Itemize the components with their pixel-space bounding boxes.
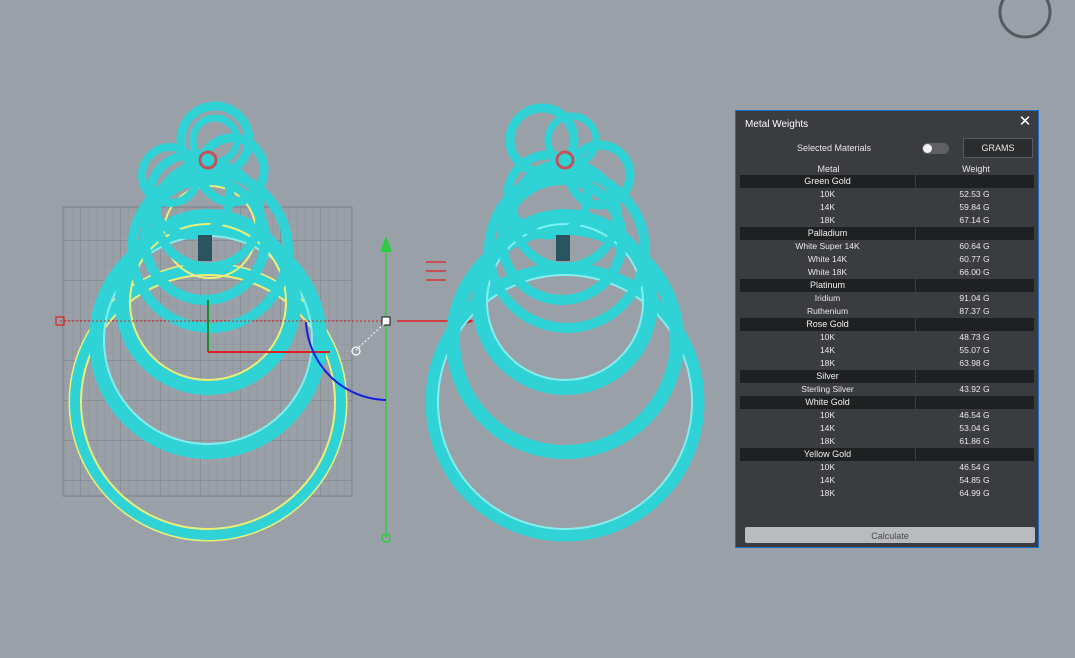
table-row: White 18K 66.00 G — [740, 266, 1034, 279]
alloy-name: 10K — [819, 462, 836, 472]
column-header-metal: Metal — [817, 164, 840, 174]
alloy-weight: 66.00 G — [959, 267, 990, 277]
metal-group-header: Yellow Gold — [740, 448, 1034, 461]
alloy-weight: 43.92 G — [959, 384, 990, 394]
metal-group-header: Platinum — [740, 279, 1034, 292]
metal-group-weight-cell — [916, 370, 1034, 383]
column-header-weight: Weight — [962, 164, 990, 174]
metal-group-name: Green Gold — [740, 175, 916, 188]
metal-group-name: Silver — [740, 370, 916, 383]
table-row: 10K 46.54 G — [740, 461, 1034, 474]
metal-group-name: Palladium — [740, 227, 916, 240]
metal-group-weight-cell — [916, 227, 1034, 240]
table-row: White Super 14K 60.64 G — [740, 240, 1034, 253]
metal-weights-panel: Metal Weights ✕ Selected Materials GRAMS… — [735, 110, 1039, 548]
alloy-name: 14K — [819, 423, 836, 433]
alloy-name: 14K — [819, 475, 836, 485]
alloy-name: White Super 14K — [795, 241, 860, 251]
alloy-name: Iridium — [814, 293, 841, 303]
alloy-weight: 46.54 G — [959, 462, 990, 472]
alloy-weight: 55.07 G — [959, 345, 990, 355]
metal-group-weight-cell — [916, 279, 1034, 292]
alloy-weight: 87.37 G — [959, 306, 990, 316]
selected-materials-toggle[interactable] — [922, 143, 949, 154]
table-row: 10K 48.73 G — [740, 331, 1034, 344]
metal-group-name: White Gold — [740, 396, 916, 409]
alloy-weight: 60.77 G — [959, 254, 990, 264]
alloy-name: Sterling Silver — [801, 384, 854, 394]
table-row: Iridium 91.04 G — [740, 292, 1034, 305]
close-icon[interactable]: ✕ — [1018, 114, 1032, 130]
calculate-button[interactable]: Calculate — [745, 527, 1035, 543]
table-row: White 14K 60.77 G — [740, 253, 1034, 266]
alloy-weight: 63.98 G — [959, 358, 990, 368]
alloy-weight: 64.99 G — [959, 488, 990, 498]
table-row: 10K 46.54 G — [740, 409, 1034, 422]
weights-table: Green Gold 10K 52.53 G 14K 59.84 G 18K 67.14 G… — [740, 175, 1034, 500]
metal-group-header: Silver — [740, 370, 1034, 383]
alloy-weight: 91.04 G — [959, 293, 990, 303]
alloy-name: Ruthenium — [806, 306, 849, 316]
panel-title: Metal Weights — [745, 119, 809, 130]
alloy-name: 14K — [819, 202, 836, 212]
table-row: 14K 55.07 G — [740, 344, 1034, 357]
metal-group-weight-cell — [916, 175, 1034, 188]
metal-group-header: Rose Gold — [740, 318, 1034, 331]
alloy-name: 10K — [819, 332, 836, 342]
metal-group-header: White Gold — [740, 396, 1034, 409]
alloy-weight: 60.64 G — [959, 241, 990, 251]
earring-model[interactable] — [425, 103, 705, 542]
selected-materials-label: Selected Materials — [797, 143, 872, 153]
metal-group-header: Green Gold — [740, 175, 1034, 188]
metal-group-weight-cell — [916, 448, 1034, 461]
alloy-name: White 14K — [807, 254, 848, 264]
metal-group-name: Platinum — [740, 279, 916, 292]
metal-group-name: Yellow Gold — [740, 448, 916, 461]
alloy-name: 18K — [819, 215, 836, 225]
toggle-knob — [923, 144, 932, 153]
table-row: 18K 67.14 G — [740, 214, 1034, 227]
view-navigation-ring[interactable] — [998, 0, 1052, 39]
alloy-weight: 46.54 G — [959, 410, 990, 420]
alloy-name: 10K — [819, 410, 836, 420]
table-row: 14K 54.85 G — [740, 474, 1034, 487]
table-row: 18K 61.86 G — [740, 435, 1034, 448]
alloy-weight: 67.14 G — [959, 215, 990, 225]
table-row: 14K 53.04 G — [740, 422, 1034, 435]
metal-group-weight-cell — [916, 318, 1034, 331]
alloy-weight: 48.73 G — [959, 332, 990, 342]
alloy-name: 18K — [819, 488, 836, 498]
units-button[interactable]: GRAMS — [963, 138, 1033, 158]
alloy-weight: 59.84 G — [959, 202, 990, 212]
table-row: Ruthenium 87.37 G — [740, 305, 1034, 318]
metal-group-name: Rose Gold — [740, 318, 916, 331]
metal-group-header: Palladium — [740, 227, 1034, 240]
alloy-weight: 61.86 G — [959, 436, 990, 446]
alloy-weight: 52.53 G — [959, 189, 990, 199]
table-row: 10K 52.53 G — [740, 188, 1034, 201]
alloy-name: 10K — [819, 189, 836, 199]
alloy-weight: 54.85 G — [959, 475, 990, 485]
alloy-name: White 18K — [807, 267, 848, 277]
table-row: 14K 59.84 G — [740, 201, 1034, 214]
table-row: 18K 64.99 G — [740, 487, 1034, 500]
metal-group-weight-cell — [916, 396, 1034, 409]
alloy-name: 18K — [819, 436, 836, 446]
alloy-name: 18K — [819, 358, 836, 368]
table-row: Sterling Silver 43.92 G — [740, 383, 1034, 396]
alloy-name: 14K — [819, 345, 836, 355]
alloy-weight: 53.04 G — [959, 423, 990, 433]
table-row: 18K 63.98 G — [740, 357, 1034, 370]
